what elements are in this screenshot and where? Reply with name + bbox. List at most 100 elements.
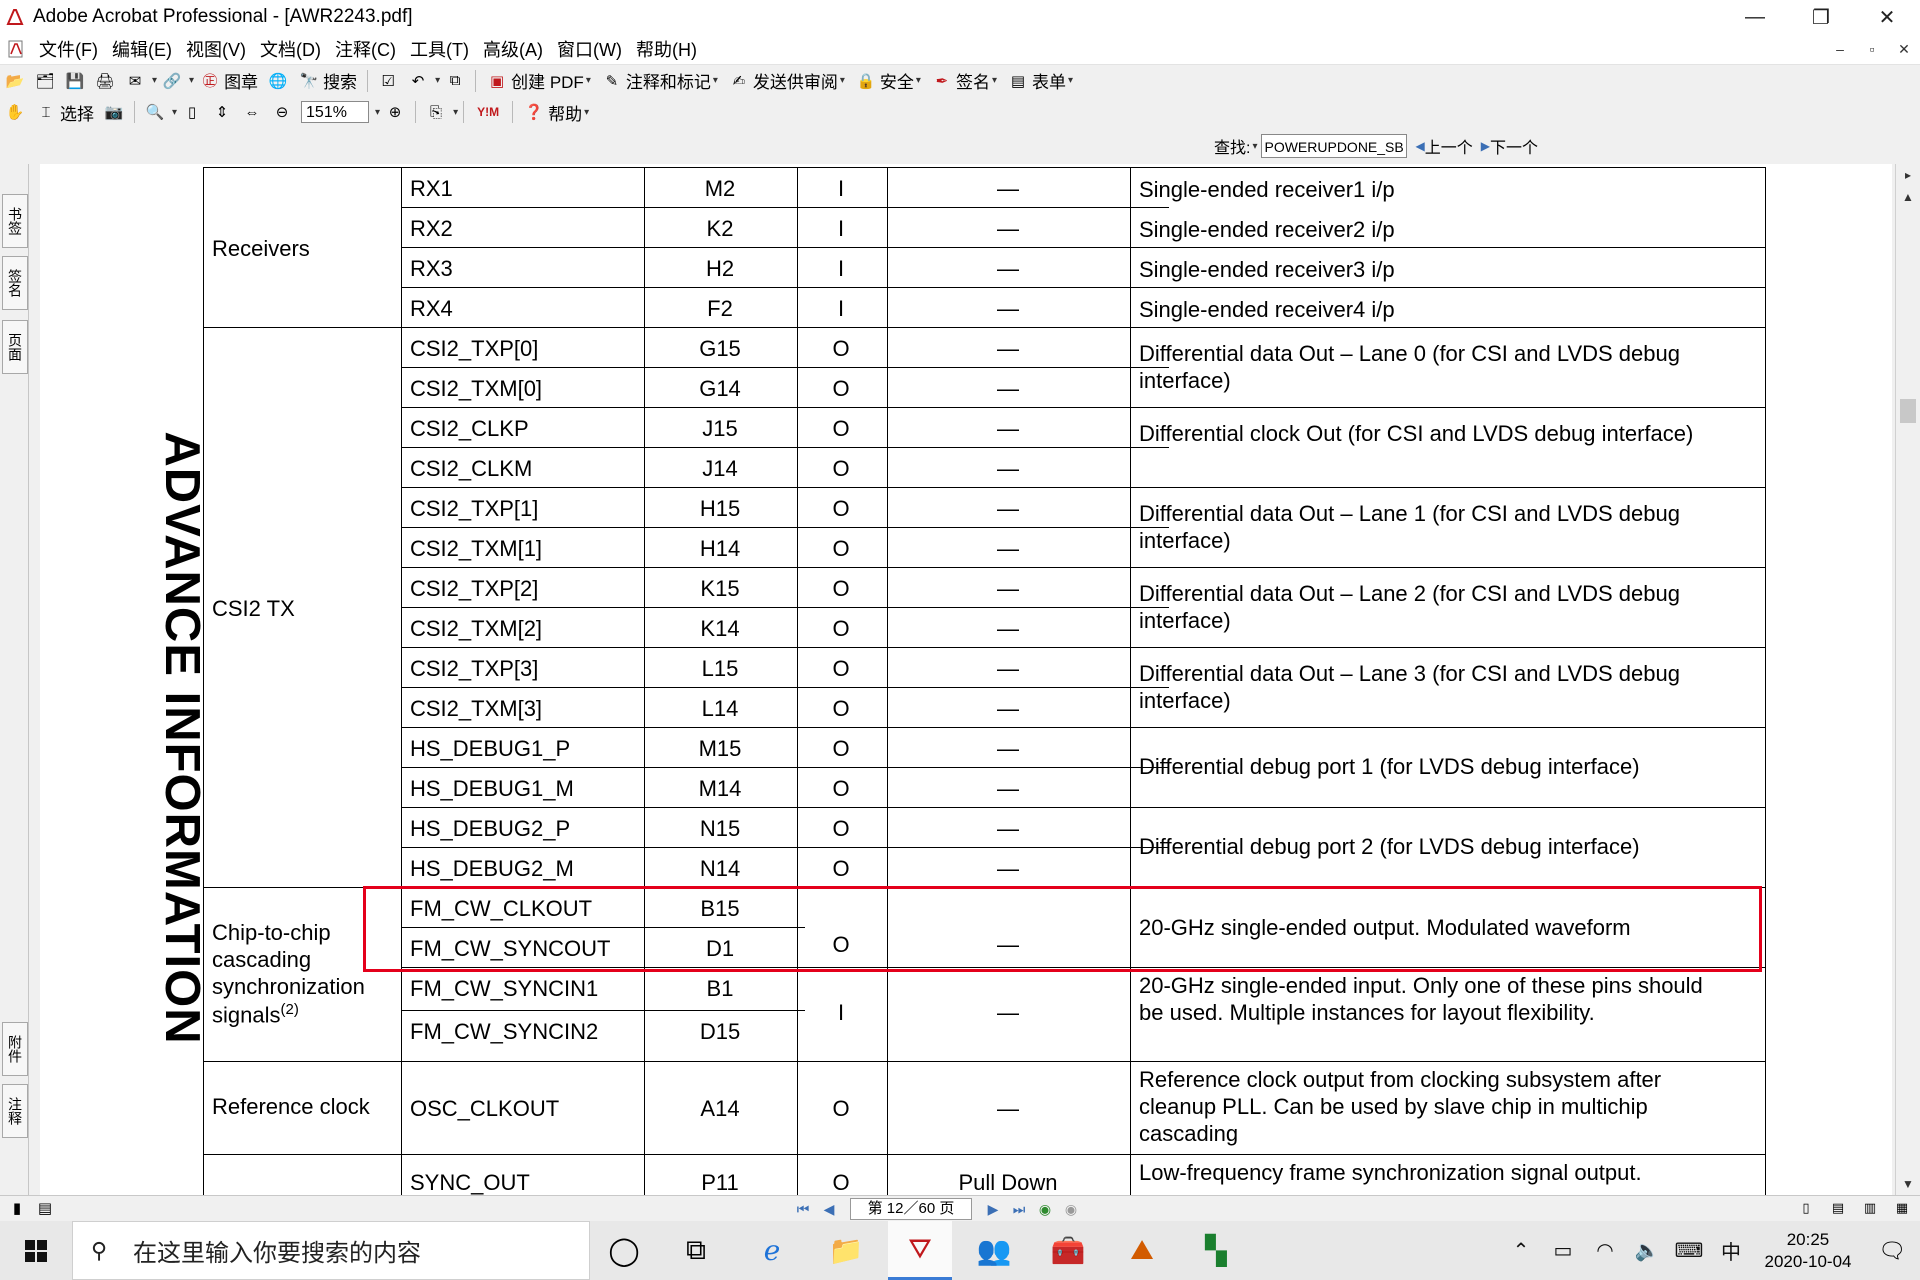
open-folder-icon[interactable]: 📂 [4,70,26,92]
next-page-icon[interactable]: ▶ [980,1201,1006,1218]
organizer-icon[interactable]: 🗂 [34,70,56,92]
menu-window[interactable]: 窗口(W) [550,36,629,62]
select-tool-button[interactable]: ⌶ 选择 [30,99,99,125]
scroll-right-arrow-icon[interactable]: ▸ [1896,164,1920,186]
zoom-in-tool-icon[interactable]: 🔍 [144,101,166,123]
previous-view-icon[interactable]: ◉ [1032,1201,1058,1218]
first-page-icon[interactable]: ⏮ [790,1201,816,1218]
continuous-icon[interactable]: ▤ [1826,1198,1850,1218]
tab-bookmarks[interactable]: 书签 [2,194,28,248]
find-next-button[interactable]: ▶ 下一个 [1481,134,1538,158]
web-icon[interactable]: 🌐 [267,70,289,92]
input-method-indicator[interactable]: 中 [1710,1236,1752,1265]
next-view-icon[interactable]: ◉ [1058,1201,1084,1218]
email-icon[interactable]: ✉ [124,70,146,92]
minimize-button[interactable]: — [1722,0,1788,34]
doc-close-button[interactable]: ✕ [1888,34,1920,64]
row-ball-cell: N15 [699,816,741,841]
snapshot-icon[interactable]: 📷 [103,101,125,123]
print-icon[interactable]: 🖨 [94,70,116,92]
notification-center-icon[interactable]: 🗨 [1864,1238,1920,1264]
find-previous-button[interactable]: ◀ 上一个 [1415,134,1472,158]
fit-width-icon[interactable]: ⇔ [241,101,263,123]
row-name-cell: CSI2_TXP[2] [410,576,539,601]
copy-icon[interactable]: ⧉ [444,70,466,92]
battery-icon[interactable]: ▭ [1542,1238,1584,1263]
facing-icon[interactable]: ▥ [1858,1198,1882,1218]
comment-markup-button[interactable]: ✎ 注释和标记 ▾ [596,68,723,94]
previous-icon: ◀ [1415,139,1425,153]
menu-document[interactable]: 文档(D) [253,36,328,62]
youdao-icon[interactable]: Y!M [473,101,503,123]
main-toolbar: 📂 🗂 💾 🖨 ✉ ▾ 🔗 ▾ ㊣图章 🌐 🔭 搜索 ☑ ↶ ▾ ⧉ ▣ 创建 PDF ▾ … [0,65,1920,97]
tab-pages[interactable]: 页面 [2,320,28,374]
save-icon[interactable]: 💾 [64,70,86,92]
start-button[interactable] [0,1221,72,1280]
clock[interactable]: 20:25 2020-10-04 [1752,1229,1864,1273]
matlab-icon[interactable]: ⛰ [1110,1221,1174,1280]
actual-size-icon[interactable]: ▯ [181,101,203,123]
scrollbar-thumb[interactable] [1900,399,1916,423]
wifi-icon[interactable]: ◠ [1584,1238,1626,1263]
edge-browser-icon[interactable]: ℯ [740,1221,804,1280]
zoom-out-icon[interactable]: ⊖ [271,101,293,123]
stamp-button[interactable]: ㊣图章 [194,68,263,94]
search-button[interactable]: 🔭 搜索 [293,68,362,94]
scroll-down-arrow-icon[interactable]: ▼ [1896,1173,1920,1195]
tab-attachments[interactable]: 附件 [2,1022,28,1076]
restore-button[interactable]: ❐ [1788,0,1854,34]
zoom-in-icon[interactable]: ⊕ [384,101,406,123]
menu-advanced[interactable]: 高级(A) [476,36,550,62]
search-icon: ⚲ [91,1237,108,1263]
zoom-level-field[interactable]: 151% [301,101,370,123]
show-hidden-icons-icon[interactable]: ⌃ [1500,1238,1542,1263]
rotate-icon[interactable]: ⎘ [425,101,447,123]
page-number-field[interactable]: 第 12／60 页 [850,1198,972,1220]
attach-icon[interactable]: 🔗 [161,70,183,92]
hand-tool-icon[interactable]: ✋ [4,101,26,123]
row-pull-cell: Pull Down [958,1170,1058,1195]
doc-restore-button[interactable]: ▫ [1856,34,1888,64]
send-review-button[interactable]: ✍ 发送供审阅 ▾ [723,68,850,94]
forms-button[interactable]: ▤ 表单 ▾ [1002,68,1078,94]
row-type-cell: O [832,336,850,361]
row-pull-cell: — [997,496,1019,521]
task-view-icon[interactable]: ⧉ [664,1221,728,1280]
find-input[interactable]: POWERUPDONE_SB [1261,134,1408,158]
document-properties-icon[interactable]: ▤ [34,1198,56,1218]
vertical-scrollbar[interactable]: ▸ ▲ ▼ [1895,164,1920,1195]
pen-icon: ✒ [935,72,949,90]
app-tool-icon[interactable]: 🧰 [1036,1221,1100,1280]
create-pdf-button[interactable]: ▣ 创建 PDF ▾ [481,68,596,94]
taskbar-search-box[interactable]: ⚲ 在这里输入你要搜索的内容 [72,1221,590,1280]
app-green-icon[interactable]: ▚ [1184,1221,1248,1280]
menu-file[interactable]: 文件(F) [32,36,105,62]
menu-edit[interactable]: 编辑(E) [105,36,179,62]
security-button[interactable]: 🔒 安全 ▾ [850,68,926,94]
volume-icon[interactable]: 🔈 [1626,1238,1668,1263]
cortana-icon[interactable]: ◯ [592,1221,656,1280]
menu-comments[interactable]: 注释(C) [328,36,403,62]
last-page-icon[interactable]: ⏭ [1006,1201,1032,1218]
tab-comments[interactable]: 注释 [2,1084,28,1138]
tab-signatures[interactable]: 签名 [2,256,28,310]
menu-tools[interactable]: 工具(T) [403,36,476,62]
single-page-icon[interactable]: ▯ [1794,1198,1818,1218]
sign-button[interactable]: ✒ 签名 ▾ [926,68,1002,94]
doc-minimize-button[interactable]: – [1824,34,1856,64]
continuous-facing-icon[interactable]: ▦ [1890,1198,1914,1218]
help-button[interactable]: ❓ 帮助 ▾ [518,99,594,125]
file-explorer-icon[interactable]: 📁 [814,1221,878,1280]
menu-help[interactable]: 帮助(H) [629,36,704,62]
acrobat-taskbar-icon[interactable]: ⛛ [888,1221,952,1280]
close-button[interactable]: ✕ [1854,0,1920,34]
fit-page-icon[interactable]: ⇕ [211,101,233,123]
spellcheck-icon[interactable]: ☑ [377,70,399,92]
app-user-icon[interactable]: 👥 [962,1221,1026,1280]
undo-icon[interactable]: ↶ [407,70,429,92]
previous-page-icon[interactable]: ◀ [816,1201,842,1218]
keyboard-icon[interactable]: ⌨ [1668,1238,1710,1263]
panel-toggle-icon[interactable]: ▮ [6,1198,28,1218]
scroll-up-arrow-icon[interactable]: ▲ [1896,186,1920,208]
menu-view[interactable]: 视图(V) [179,36,253,62]
